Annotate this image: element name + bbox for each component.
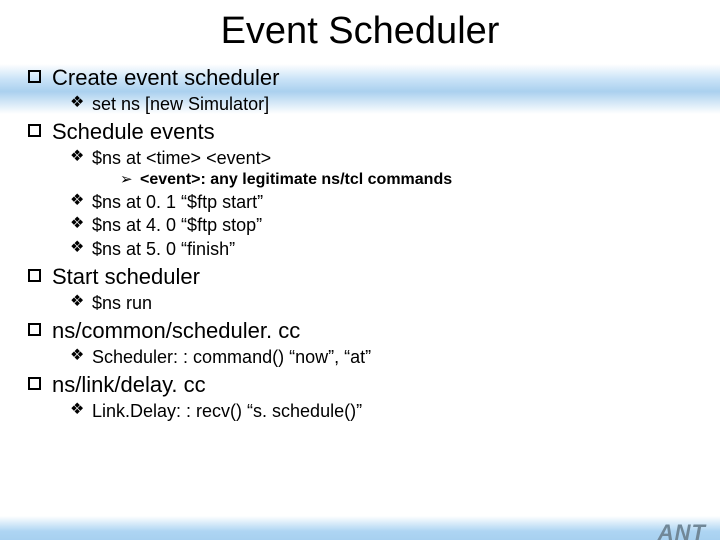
bullet-text: $ns at 5. 0 “finish”: [92, 239, 235, 259]
bullet-text: <event>: any legitimate ns/tcl commands: [140, 171, 452, 188]
bullet-text: $ns at <time> <event>: [92, 148, 271, 168]
bullet-text: ns/common/scheduler. cc: [52, 318, 300, 343]
bullet-l2: $ns at <time> <event> <event>: any legit…: [70, 147, 694, 191]
bullet-text: $ns at 0. 1 “$ftp start”: [92, 192, 263, 212]
bullet-text: Scheduler: : command() “now”, “at”: [92, 347, 371, 367]
bullet-text: Start scheduler: [52, 264, 200, 289]
bullet-l2: $ns at 5. 0 “finish”: [70, 238, 694, 261]
bullet-l1: Schedule events $ns at <time> <event> <e…: [26, 117, 694, 261]
bullet-l2: set ns [new Simulator]: [70, 93, 694, 116]
bullet-l1: ns/link/delay. cc Link.Delay: : recv() “…: [26, 370, 694, 423]
footer-decoration: [0, 516, 720, 540]
footer-logo: ANT: [658, 520, 706, 540]
bullet-l1: Create event scheduler set ns [new Simul…: [26, 63, 694, 116]
bullet-l2: Scheduler: : command() “now”, “at”: [70, 346, 694, 369]
bullet-text: $ns run: [92, 293, 152, 313]
bullet-list: Create event scheduler set ns [new Simul…: [26, 63, 694, 423]
bullet-l1: Start scheduler $ns run: [26, 262, 694, 315]
bullet-l2: $ns at 4. 0 “$ftp stop”: [70, 214, 694, 237]
bullet-text: Link.Delay: : recv() “s. schedule()”: [92, 401, 362, 421]
bullet-l2: $ns run: [70, 292, 694, 315]
bullet-l1: ns/common/scheduler. cc Scheduler: : com…: [26, 316, 694, 369]
bullet-l3: <event>: any legitimate ns/tcl commands: [120, 170, 694, 191]
bullet-text: Create event scheduler: [52, 65, 279, 90]
bullet-text: Schedule events: [52, 119, 215, 144]
page-title: Event Scheduler: [0, 10, 720, 53]
bullet-text: $ns at 4. 0 “$ftp stop”: [92, 215, 262, 235]
bullet-text: ns/link/delay. cc: [52, 372, 206, 397]
slide-body: Create event scheduler set ns [new Simul…: [0, 63, 720, 423]
bullet-l2: Link.Delay: : recv() “s. schedule()”: [70, 400, 694, 423]
bullet-text: set ns [new Simulator]: [92, 94, 269, 114]
bullet-l2: $ns at 0. 1 “$ftp start”: [70, 191, 694, 214]
